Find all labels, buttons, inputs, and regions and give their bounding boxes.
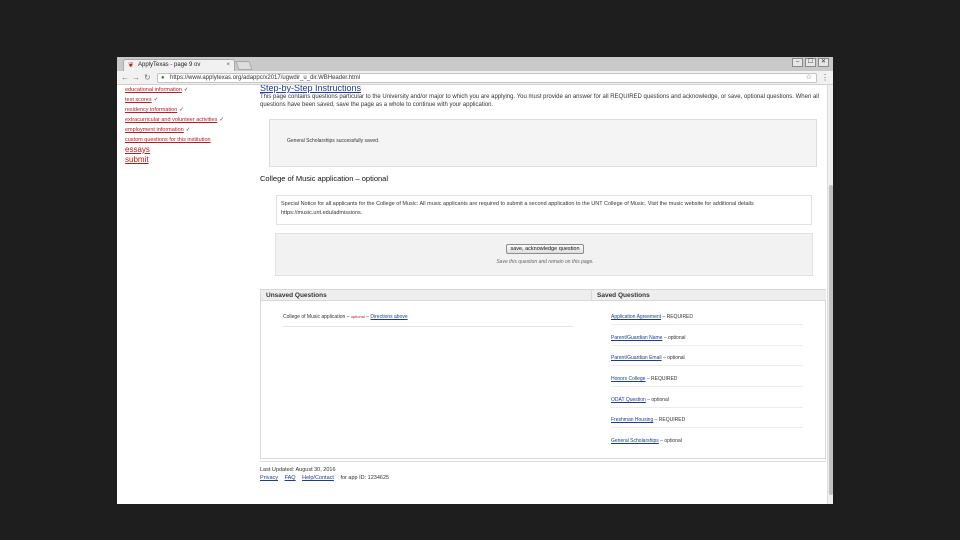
unsaved-questions-header: Unsaved Questions	[261, 290, 591, 301]
vertical-scrollbar[interactable]	[827, 85, 833, 504]
section-title: College of Music application – optional	[260, 174, 388, 183]
saved-questions-header: Saved Questions	[591, 290, 826, 301]
browser-tab-strip: ❦ ApplyTexas - page 9 ov × – ☐ ✕	[117, 57, 833, 71]
last-updated: Last Updated: August 30, 2016	[260, 467, 336, 473]
saved-question-link[interactable]: Parent/Guardian Name	[611, 335, 662, 341]
saved-question-link[interactable]: General Scholarships	[611, 438, 659, 444]
sidebar-item-employment-information[interactable]: employment information ✓	[125, 125, 255, 135]
saved-question-link[interactable]: Freshman Housing	[611, 417, 653, 423]
footer: Last Updated: August 30, 2016 Privacy FA…	[260, 466, 389, 482]
sidebar: educational information ✓ test scores ✓ re…	[125, 85, 255, 165]
intro-text: This page contains questions particular …	[260, 94, 819, 108]
saved-question-link[interactable]: Application Agreement	[611, 314, 661, 320]
browser-toolbar: ← → ↻ ● https://www.applytexas.org/adapp…	[117, 71, 833, 85]
divider	[283, 326, 573, 327]
divider	[611, 427, 803, 429]
reload-icon[interactable]: ↻	[144, 73, 151, 83]
save-acknowledge-button[interactable]: save, acknowledge question	[506, 244, 584, 254]
step-by-step-link[interactable]: Step-by-Step Instructions	[260, 85, 361, 93]
forward-icon[interactable]: →	[132, 73, 140, 83]
saved-question-row: Honors College – REQUIRED	[611, 376, 821, 397]
saved-question-row: General Scholarships – optional	[611, 438, 682, 445]
maximize-button[interactable]: ☐	[805, 58, 816, 67]
window-controls: – ☐ ✕	[792, 58, 829, 68]
screenshot-frame: ❦ ApplyTexas - page 9 ov × – ☐ ✕ ← → ↻ ●…	[117, 57, 833, 504]
divider	[611, 344, 803, 346]
footer-links: Privacy FAQ Help/Contact for app ID: 123…	[260, 474, 389, 482]
tab-title: ApplyTexas - page 9 ov	[138, 62, 201, 68]
help-contact-link[interactable]: Help/Contact	[302, 475, 334, 481]
optional-tag: optional	[350, 314, 365, 319]
app-id: for app ID: 1234625	[340, 475, 390, 481]
questions-table: Unsaved Questions Saved Questions Colleg…	[260, 289, 826, 459]
sidebar-item-custom-questions[interactable]: custom questions for this institution	[125, 135, 255, 145]
save-panel: save, acknowledge question Save this que…	[275, 233, 813, 276]
check-icon: ✓	[179, 107, 184, 113]
success-message: General Scholarships successfully saved.	[287, 138, 380, 144]
lock-icon: ●	[161, 75, 165, 81]
saved-question-row: Parent/Guardian Email – optional	[611, 355, 821, 376]
divider	[611, 386, 803, 388]
close-window-button[interactable]: ✕	[818, 58, 829, 67]
sidebar-item-essays[interactable]: essays	[125, 145, 255, 155]
saved-question-row: Application Agreement – REQUIRED	[611, 314, 821, 335]
saved-questions-list: Application Agreement – REQUIRED Parent/…	[611, 314, 821, 459]
star-icon[interactable]: ☆	[806, 74, 812, 82]
sidebar-item-submit[interactable]: submit	[125, 155, 255, 165]
saved-question-link[interactable]: ODAT Question	[611, 397, 646, 403]
url-text: https://www.applytexas.org/adappc/x2017/…	[170, 75, 361, 81]
saved-question-link[interactable]: Honors College	[611, 376, 645, 382]
faq-link[interactable]: FAQ	[285, 475, 296, 481]
tab-close-icon[interactable]: ×	[226, 60, 230, 71]
favicon-icon: ❦	[128, 62, 134, 69]
sidebar-item-educational-information[interactable]: educational information ✓	[125, 85, 255, 95]
unsaved-question-row: College of Music application – optional …	[283, 314, 408, 320]
divider	[611, 365, 803, 367]
music-notice: Special Notice for all applicants for th…	[276, 195, 812, 225]
saved-question-link[interactable]: Parent/Guardian Email	[611, 355, 662, 361]
directions-above-link[interactable]: Directions above	[370, 314, 407, 320]
success-message-box: General Scholarships successfully saved.	[269, 119, 817, 167]
saved-question-row: Parent/Guardian Name – optional	[611, 335, 821, 356]
check-icon: ✓	[183, 87, 189, 93]
back-icon[interactable]: ←	[121, 73, 129, 83]
footer-divider	[260, 461, 826, 462]
privacy-link[interactable]: Privacy	[260, 475, 278, 481]
browser-tab[interactable]: ❦ ApplyTexas - page 9 ov ×	[123, 59, 235, 71]
page-content: educational information ✓ test scores ✓ re…	[117, 85, 833, 504]
divider	[611, 324, 803, 325]
menu-icon[interactable]: ⋮	[821, 73, 829, 83]
sidebar-item-test-scores[interactable]: test scores ✓	[125, 95, 255, 105]
check-icon: ✓	[153, 97, 159, 103]
address-bar[interactable]: ● https://www.applytexas.org/adappc/x201…	[157, 73, 817, 83]
divider	[611, 406, 803, 408]
sidebar-item-extracurricular[interactable]: extracurricular and volunteer activities…	[125, 115, 255, 125]
sidebar-item-residency-information[interactable]: residency information ✓	[125, 105, 255, 115]
saved-question-row: ODAT Question – optional	[611, 397, 821, 418]
check-icon: ✓	[185, 127, 191, 133]
save-hint: Save this question and remain on this pa…	[496, 259, 594, 265]
new-tab-button[interactable]	[235, 61, 253, 70]
minimize-button[interactable]: –	[792, 58, 803, 67]
scrollbar-thumb[interactable]	[829, 185, 833, 495]
saved-question-row: Freshman Housing – REQUIRED	[611, 417, 821, 438]
check-icon: ✓	[219, 117, 224, 123]
